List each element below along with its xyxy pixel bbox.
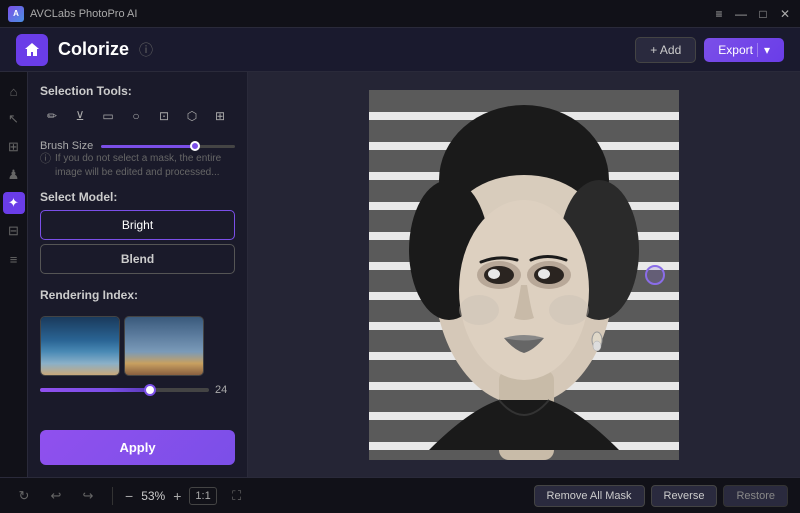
photo-frame [369, 90, 679, 460]
close-button[interactable]: ✕ [778, 7, 792, 21]
smart-select-tool[interactable]: ⊡ [152, 104, 176, 128]
brush-size-section: Brush Size ⓘ If you do not select a mask… [40, 138, 235, 180]
select-model-section: Select Model: Bright Blend [40, 190, 235, 278]
sidebar-item-layers[interactable]: ⊞ [3, 136, 25, 158]
sidebar-item-filter[interactable]: ⊟ [3, 220, 25, 242]
rendering-slider-thumb[interactable] [144, 384, 156, 396]
title-bar-controls: ≡ — □ ✕ [712, 7, 792, 21]
maximize-button[interactable]: □ [756, 7, 770, 21]
brush-size-slider[interactable] [101, 145, 235, 148]
app-icon: A [8, 6, 24, 22]
photo-container [369, 90, 679, 460]
export-label: Export [718, 43, 753, 57]
rendering-value: 24 [215, 384, 235, 396]
zoom-minus-button[interactable]: − [125, 488, 133, 504]
fit-icon[interactable]: ⛶ [225, 484, 249, 508]
bottom-bar-right: Remove All Mask Reverse Restore [534, 485, 788, 507]
zoom-1to1-button[interactable]: 1:1 [189, 487, 216, 505]
minimize-button[interactable]: — [734, 7, 748, 21]
apply-button[interactable]: Apply [40, 430, 235, 465]
reverse-button[interactable]: Reverse [651, 485, 718, 507]
sidebar-item-person[interactable]: ♟ [3, 164, 25, 186]
header-right: + Add Export ▾ [635, 37, 784, 63]
lasso-tool[interactable]: ⊻ [68, 104, 92, 128]
title-bar-left: A AVCLabs PhotoPro AI [8, 6, 137, 22]
refresh-icon[interactable]: ↻ [12, 484, 36, 508]
export-chevron-icon[interactable]: ▾ [757, 43, 770, 57]
hint-icon: ⓘ [40, 152, 51, 180]
export-button[interactable]: Export ▾ [704, 38, 784, 62]
undo-icon[interactable]: ↩ [44, 484, 68, 508]
sidebar-item-colorize[interactable]: ✦ [3, 192, 25, 214]
thumbnails-row [40, 316, 235, 376]
remove-mask-button[interactable]: Remove All Mask [534, 485, 645, 507]
selection-tools-section: Selection Tools: ✏ ⊻ ▭ ○ ⊡ ⬡ ⊞ [40, 84, 235, 128]
sidebar-item-select[interactable]: ↖ [3, 108, 25, 130]
rendering-slider[interactable] [40, 388, 209, 392]
select-model-label: Select Model: [40, 190, 235, 204]
expand-tool[interactable]: ⊞ [208, 104, 232, 128]
header-left: Colorize ⓘ [16, 34, 153, 66]
rendering-slider-row: 24 [40, 384, 235, 396]
page-title: Colorize [58, 39, 129, 60]
brush-size-label: Brush Size [40, 140, 93, 152]
title-bar: A AVCLabs PhotoPro AI ≡ — □ ✕ [0, 0, 800, 28]
bottom-bar-left: ↻ ↩ ↪ − 53% + 1:1 ⛶ [12, 484, 249, 508]
selection-tools-row: ✏ ⊻ ▭ ○ ⊡ ⬡ ⊞ [40, 104, 235, 128]
left-panel: Selection Tools: ✏ ⊻ ▭ ○ ⊡ ⬡ ⊞ Brush Siz… [28, 72, 248, 477]
hint-text: ⓘ If you do not select a mask, the entir… [40, 152, 235, 180]
info-icon[interactable]: ⓘ [139, 40, 153, 60]
bottom-bar: ↻ ↩ ↪ − 53% + 1:1 ⛶ Remove All Mask Reve… [0, 477, 800, 513]
model-bright-button[interactable]: Bright [40, 210, 235, 240]
rendering-section: Rendering Index: 24 [40, 288, 235, 396]
divider [112, 487, 113, 505]
sidebar-item-home[interactable]: ⌂ [3, 80, 25, 102]
brush-size-row: Brush Size [40, 140, 235, 152]
ellipse-tool[interactable]: ○ [124, 104, 148, 128]
restore-button[interactable]: Restore [723, 485, 788, 507]
mask-indicator [645, 265, 665, 285]
home-button[interactable] [16, 34, 48, 66]
hint-content: If you do not select a mask, the entire … [55, 152, 235, 180]
zoom-value: 53% [141, 489, 165, 503]
thumbnail-mountain [40, 316, 120, 376]
zoom-plus-button[interactable]: + [173, 488, 181, 504]
thumbnail-person [124, 316, 204, 376]
canvas-area[interactable] [248, 72, 800, 477]
rect-tool[interactable]: ▭ [96, 104, 120, 128]
menu-icon[interactable]: ≡ [712, 7, 726, 21]
add-button[interactable]: + Add [635, 37, 696, 63]
app-title: AVCLabs PhotoPro AI [30, 8, 137, 20]
portrait-svg [369, 90, 679, 460]
selection-tools-label: Selection Tools: [40, 84, 235, 98]
header: Colorize ⓘ + Add Export ▾ [0, 28, 800, 72]
sidebar-item-adjust[interactable]: ≡ [3, 248, 25, 270]
main-area: ⌂ ↖ ⊞ ♟ ✦ ⊟ ≡ Selection Tools: ✏ ⊻ ▭ ○ ⊡… [0, 72, 800, 477]
model-blend-button[interactable]: Blend [40, 244, 235, 274]
rendering-label: Rendering Index: [40, 288, 235, 302]
brush-size-thumb[interactable] [190, 141, 200, 151]
pen-tool[interactable]: ✏ [40, 104, 64, 128]
icon-bar: ⌂ ↖ ⊞ ♟ ✦ ⊟ ≡ [0, 72, 28, 477]
polygon-tool[interactable]: ⬡ [180, 104, 204, 128]
redo-icon[interactable]: ↪ [76, 484, 100, 508]
